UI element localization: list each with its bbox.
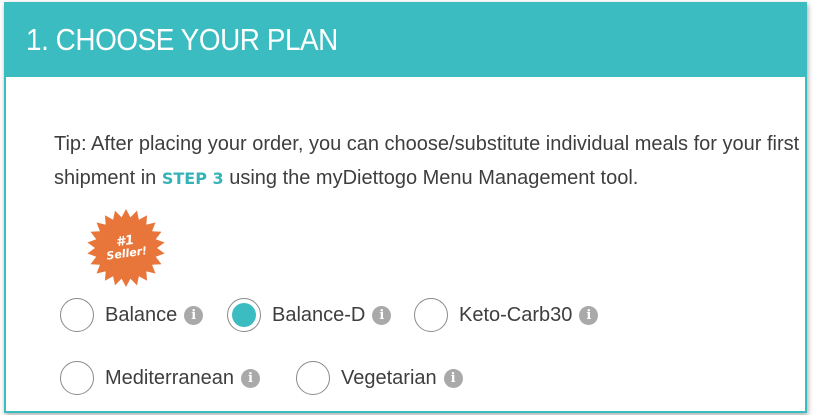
radio-button[interactable] [60,361,94,395]
tip-text: Tip: After placing your order, you can c… [54,127,804,196]
info-icon[interactable]: i [372,305,392,325]
plan-label: Balance-D [272,303,366,326]
best-seller-badge: #1 Seller! [86,208,166,288]
radio-selected-dot [232,303,256,327]
plan-option-balance-d[interactable]: Balance-D i [227,295,392,335]
radio-button[interactable] [414,298,448,332]
info-icon[interactable]: i [240,368,260,388]
radio-button[interactable] [296,361,330,395]
badge-label: Seller! [105,244,148,263]
info-icon[interactable]: i [184,305,204,325]
radio-button[interactable] [60,298,94,332]
plan-label: Keto-Carb30 [459,303,573,326]
plan-label: Mediterranean [105,366,234,389]
step-3-link[interactable]: STEP 3 [162,169,224,188]
plan-label: Balance [105,303,178,326]
info-icon[interactable]: i [443,368,463,388]
tip-text-end: using the myDiettogo Menu Management too… [223,167,639,189]
plan-option-mediterranean[interactable]: Mediterranean i [60,358,260,398]
info-icon[interactable]: i [579,305,599,325]
section-title: 1. CHOOSE YOUR PLAN [26,21,338,57]
plan-option-vegetarian[interactable]: Vegetarian i [296,358,463,398]
plan-label: Vegetarian [341,366,437,389]
section-header: 1. CHOOSE YOUR PLAN [4,2,807,77]
radio-button-selected[interactable] [227,298,261,332]
plan-option-keto-carb30[interactable]: Keto-Carb30 i [414,295,599,335]
plan-option-balance[interactable]: Balance i [60,295,204,335]
